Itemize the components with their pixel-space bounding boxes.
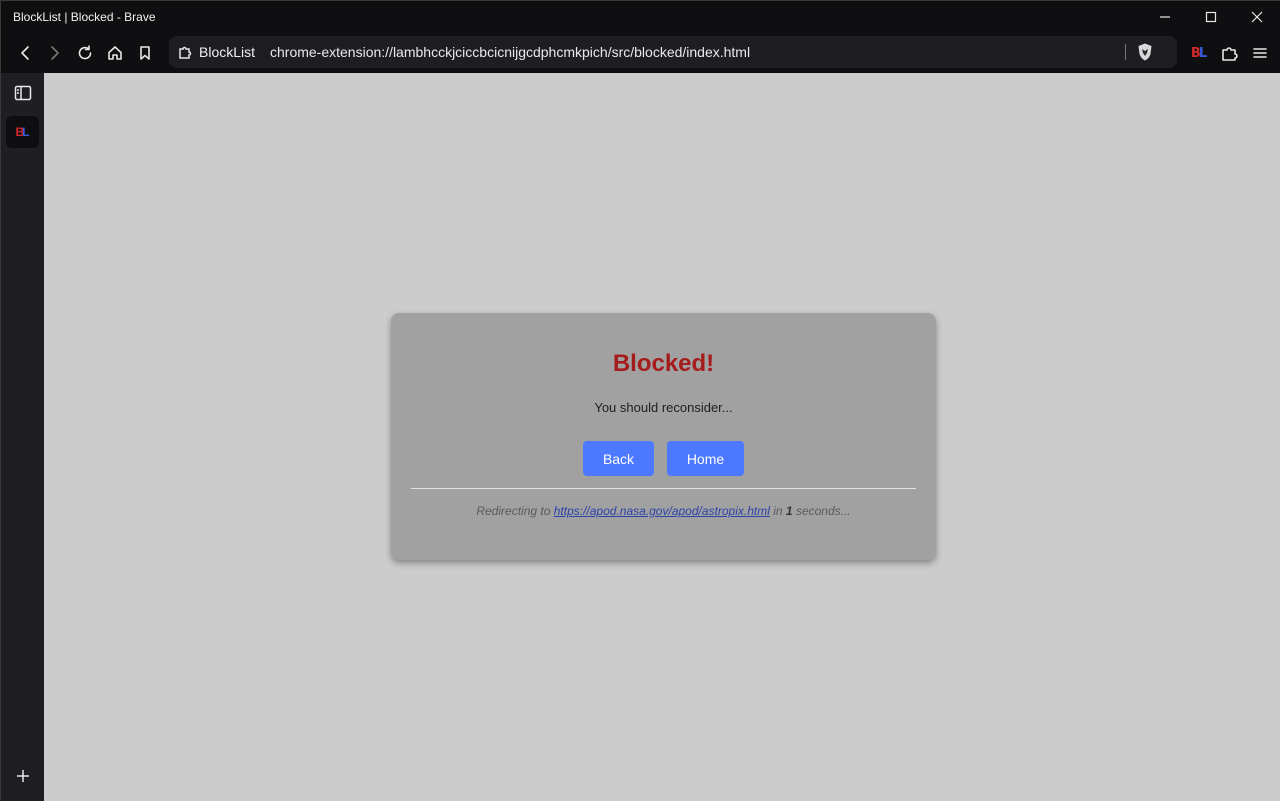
back-button[interactable]: Back <box>583 441 654 476</box>
maximize-icon <box>1205 11 1217 23</box>
main-menu-button[interactable] <box>1244 37 1276 69</box>
redirect-prefix: Redirecting to <box>476 504 551 518</box>
url-text[interactable]: chrome-extension://lambhcckjciccbcicnijg… <box>270 44 750 60</box>
side-panel: BL <box>1 73 44 801</box>
forward-icon <box>51 46 59 60</box>
back-nav-button[interactable] <box>9 37 41 69</box>
browser-toolbar: BlockList chrome-extension://lambhcckjci… <box>1 33 1280 73</box>
sidebar-letter-l: L <box>22 125 30 139</box>
sidebar-add-button[interactable] <box>6 760 39 792</box>
redirect-in: in <box>773 504 783 518</box>
extension-letter-l: L <box>1198 45 1208 61</box>
sidebar-toggle-icon <box>14 85 31 101</box>
home-icon <box>108 46 122 60</box>
redirect-suffix: seconds... <box>795 504 851 518</box>
forward-nav-button[interactable] <box>39 37 71 69</box>
sidebar-blocklist-item[interactable]: BL <box>6 116 39 148</box>
extension-puzzle-icon <box>179 46 192 59</box>
address-bar-divider <box>1125 44 1126 60</box>
minimize-icon <box>1160 16 1170 18</box>
sidebar-toggle-button[interactable] <box>6 77 39 109</box>
window-title: BlockList | Blocked - Brave <box>13 10 156 24</box>
reload-icon <box>78 45 92 60</box>
blocked-heading: Blocked! <box>612 350 715 377</box>
bookmark-icon <box>140 46 150 60</box>
address-bar[interactable]: BlockList chrome-extension://lambhcckjci… <box>169 36 1177 68</box>
back-icon <box>21 46 29 60</box>
site-label: BlockList <box>199 44 256 60</box>
close-icon <box>1251 11 1263 23</box>
minimize-button[interactable] <box>1142 1 1188 33</box>
add-icon <box>16 770 29 782</box>
page-content: Blocked! You should reconsider... Back H… <box>44 73 1280 801</box>
redirect-link[interactable]: https://apod.nasa.gov/apod/astropix.html <box>554 504 770 518</box>
redirect-notice: Redirecting to https://apod.nasa.gov/apo… <box>391 504 936 518</box>
site-info-chip[interactable]: BlockList <box>177 36 255 68</box>
extension-puzzle-icon <box>1222 47 1238 61</box>
maximize-button[interactable] <box>1188 1 1234 33</box>
home-page-button[interactable]: Home <box>667 441 744 476</box>
redirect-countdown: 1 <box>785 504 793 518</box>
brave-shield-icon[interactable] <box>1135 42 1155 62</box>
blocklist-extension-button[interactable]: BL <box>1183 37 1215 69</box>
blocked-message: You should reconsider... <box>594 400 733 415</box>
bookmark-button[interactable] <box>129 37 161 69</box>
card-divider <box>411 488 916 489</box>
extensions-button[interactable] <box>1213 37 1245 69</box>
title-bar: BlockList | Blocked - Brave <box>1 1 1280 33</box>
browser-window: BlockList | Blocked - Brave BlockList ch… <box>0 0 1280 801</box>
blocked-card: Blocked! You should reconsider... Back H… <box>391 313 936 560</box>
menu-icon <box>1253 48 1267 58</box>
home-button[interactable] <box>99 37 131 69</box>
reload-button[interactable] <box>69 37 101 69</box>
close-button[interactable] <box>1234 1 1280 33</box>
